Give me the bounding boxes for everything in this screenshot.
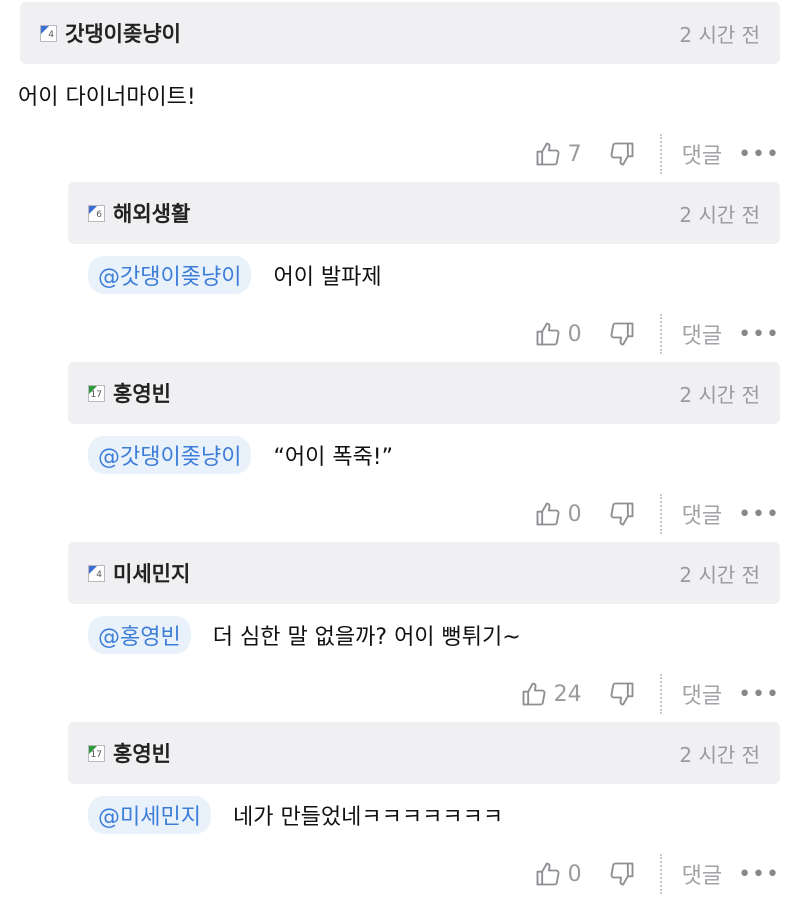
thumbs-down-icon	[610, 682, 634, 706]
more-options-icon[interactable]: •••	[738, 322, 780, 347]
level-badge-icon: 4	[40, 24, 57, 42]
mention-tag[interactable]: @미세민지	[88, 796, 211, 834]
like-button[interactable]: 0	[534, 860, 582, 888]
reply-button[interactable]: 댓글	[682, 318, 722, 350]
level-badge-icon: 17	[88, 384, 105, 402]
comment-actions: 0 댓글 •••	[68, 306, 780, 362]
divider	[659, 674, 662, 714]
like-count: 0	[567, 501, 582, 527]
dislike-button[interactable]	[608, 320, 636, 348]
timestamp: 2 시간 전	[679, 742, 760, 767]
dislike-button[interactable]	[608, 860, 636, 888]
thumbs-up-icon	[536, 322, 560, 346]
level-badge-icon: 4	[88, 564, 105, 582]
thumbs-down-icon	[610, 862, 634, 886]
thumbs-down-icon	[610, 322, 634, 346]
reply-comment: 4 미세민지 2 시간 전 @홍영빈 더 심한 말 없을까? 어이 뻥튀기~ 2…	[68, 542, 780, 722]
like-count: 7	[567, 141, 582, 167]
comment-header: 6 해외생활 2 시간 전	[68, 182, 780, 244]
comment-header: 4 갓댕이좆냥이 2 시간 전	[20, 2, 780, 64]
timestamp: 2 시간 전	[679, 22, 760, 47]
author-name[interactable]: 홍영빈	[113, 738, 171, 768]
comment-text: 더 심한 말 없을까? 어이 뻥튀기~	[212, 625, 521, 650]
reply-button[interactable]: 댓글	[682, 858, 722, 890]
thumbs-up-icon	[522, 682, 546, 706]
level-badge-icon: 17	[88, 744, 105, 762]
more-options-icon[interactable]: •••	[738, 502, 780, 527]
author-name[interactable]: 갓댕이좆냥이	[65, 18, 181, 48]
comment-text: 네가 만들었네ㅋㅋㅋㅋㅋㅋㅋ	[232, 805, 504, 830]
comment-actions: 24 댓글 •••	[68, 666, 780, 722]
thumbs-up-icon	[536, 502, 560, 526]
dislike-button[interactable]	[608, 680, 636, 708]
level-badge-icon: 6	[88, 204, 105, 222]
author-name[interactable]: 홍영빈	[113, 378, 171, 408]
level-number: 4	[96, 569, 102, 580]
divider	[659, 854, 662, 894]
like-button[interactable]: 0	[534, 320, 582, 348]
comment: 4 갓댕이좆냥이 2 시간 전 어이 다이너마이트! 7 댓글 •••	[18, 2, 780, 182]
like-button[interactable]: 0	[534, 500, 582, 528]
author-name[interactable]: 해외생활	[113, 198, 190, 228]
comment-body: 어이 다이너마이트!	[18, 64, 780, 126]
like-button[interactable]: 24	[520, 680, 582, 708]
reply-button[interactable]: 댓글	[682, 678, 722, 710]
dislike-button[interactable]	[608, 140, 636, 168]
thumbs-up-icon	[536, 142, 560, 166]
more-options-icon[interactable]: •••	[738, 142, 780, 167]
thumbs-down-icon	[610, 502, 634, 526]
like-count: 0	[567, 861, 582, 887]
comment-text: “어이 폭죽!”	[273, 445, 394, 470]
mention-tag[interactable]: @갓댕이좆냥이	[88, 256, 252, 294]
comment-header: 4 미세민지 2 시간 전	[68, 542, 780, 604]
reply-button[interactable]: 댓글	[682, 498, 722, 530]
reply-comment: 6 해외생활 2 시간 전 @갓댕이좆냥이 어이 발파제 0 댓글 •••	[68, 182, 780, 362]
timestamp: 2 시간 전	[679, 382, 760, 407]
more-options-icon[interactable]: •••	[738, 862, 780, 887]
comment-text: 어이 발파제	[273, 265, 382, 290]
divider	[659, 494, 662, 534]
thumbs-down-icon	[610, 142, 634, 166]
reply-comment: 17 홍영빈 2 시간 전 @갓댕이좆냥이 “어이 폭죽!” 0 댓글 •••	[68, 362, 780, 542]
comment-body: @홍영빈 더 심한 말 없을까? 어이 뻥튀기~	[68, 604, 780, 666]
comment-actions: 0 댓글 •••	[68, 486, 780, 542]
dislike-button[interactable]	[608, 500, 636, 528]
comment-actions: 7 댓글 •••	[20, 126, 780, 182]
mention-tag[interactable]: @갓댕이좆냥이	[88, 436, 252, 474]
timestamp: 2 시간 전	[679, 562, 760, 587]
comment-body: @갓댕이좆냥이 “어이 폭죽!”	[68, 424, 780, 486]
comment-actions: 0 댓글 •••	[68, 846, 780, 902]
comment-header: 17 홍영빈 2 시간 전	[68, 722, 780, 784]
comment-body: @미세민지 네가 만들었네ㅋㅋㅋㅋㅋㅋㅋ	[68, 784, 780, 846]
level-number: 17	[90, 749, 102, 760]
author-name[interactable]: 미세민지	[113, 558, 190, 588]
like-count: 24	[553, 681, 582, 707]
reply-button[interactable]: 댓글	[682, 138, 722, 170]
thumbs-up-icon	[536, 862, 560, 886]
comment-body: @갓댕이좆냥이 어이 발파제	[68, 244, 780, 306]
divider	[659, 314, 662, 354]
comment-header: 17 홍영빈 2 시간 전	[68, 362, 780, 424]
level-number: 4	[48, 29, 54, 40]
like-button[interactable]: 7	[534, 140, 582, 168]
timestamp: 2 시간 전	[679, 202, 760, 227]
more-options-icon[interactable]: •••	[738, 682, 780, 707]
level-number: 6	[96, 209, 102, 220]
like-count: 0	[567, 321, 582, 347]
level-number: 17	[90, 389, 102, 400]
mention-tag[interactable]: @홍영빈	[88, 616, 191, 654]
comment-text: 어이 다이너마이트!	[18, 85, 196, 110]
comment-thread: 4 갓댕이좆냥이 2 시간 전 어이 다이너마이트! 7 댓글 ••• 6 해외…	[0, 0, 800, 894]
reply-comment: 17 홍영빈 2 시간 전 @미세민지 네가 만들었네ㅋㅋㅋㅋㅋㅋㅋ 0 댓글 …	[68, 722, 780, 902]
divider	[659, 134, 662, 174]
